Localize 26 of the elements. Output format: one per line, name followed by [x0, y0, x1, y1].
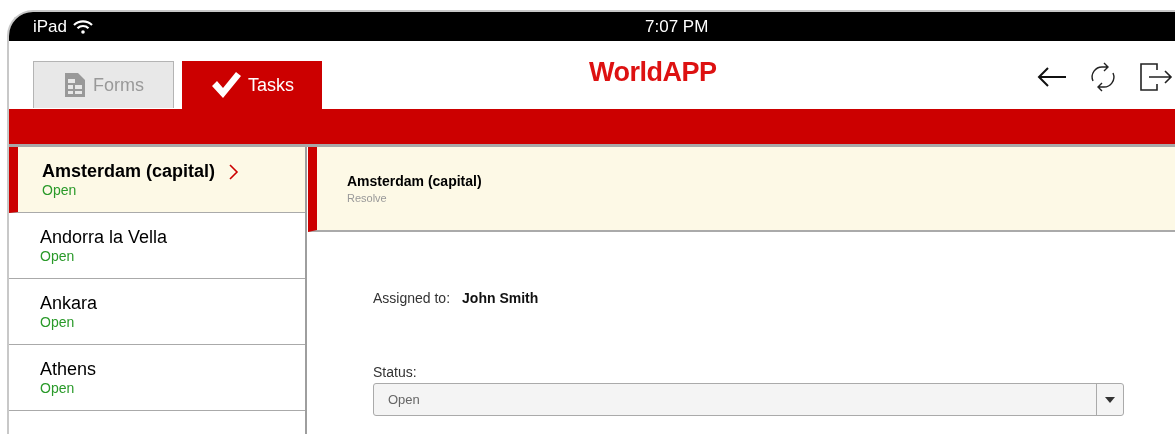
- task-name: Ankara: [40, 293, 98, 314]
- checkmark-icon: [210, 70, 242, 100]
- task-title: Amsterdam (capital): [347, 173, 483, 189]
- assigned-label: Assigned to:: [373, 290, 451, 306]
- device-name: iPad: [33, 16, 68, 37]
- back-arrow-icon[interactable]: [1037, 66, 1067, 88]
- logo: WorldAPP: [589, 57, 717, 88]
- task-status: Open: [40, 380, 76, 396]
- wifi-icon: [73, 19, 94, 34]
- status-label: Status:: [373, 364, 418, 380]
- task-name: Andorra la Vella: [40, 227, 168, 248]
- assignee-name: John Smith: [462, 290, 539, 306]
- form-icon: [63, 71, 87, 99]
- logout-icon[interactable]: [1139, 62, 1173, 92]
- task-list-item[interactable]: Amsterdam (capital) Open: [9, 147, 305, 213]
- tab[interactable]: Tasks: [182, 61, 322, 109]
- task-name: Athens: [40, 359, 97, 380]
- chevron-icon: [229, 163, 240, 180]
- caret-icon: [1105, 396, 1115, 403]
- task-status: Open: [40, 248, 76, 264]
- task-name: Amsterdam (capital): [42, 161, 216, 182]
- task-status: Open: [40, 314, 76, 330]
- task-subtitle: Resolve: [347, 192, 388, 204]
- status-select[interactable]: Open: [373, 383, 1124, 416]
- task-status: Open: [42, 182, 78, 198]
- status-time: 7:07 PM: [645, 16, 709, 37]
